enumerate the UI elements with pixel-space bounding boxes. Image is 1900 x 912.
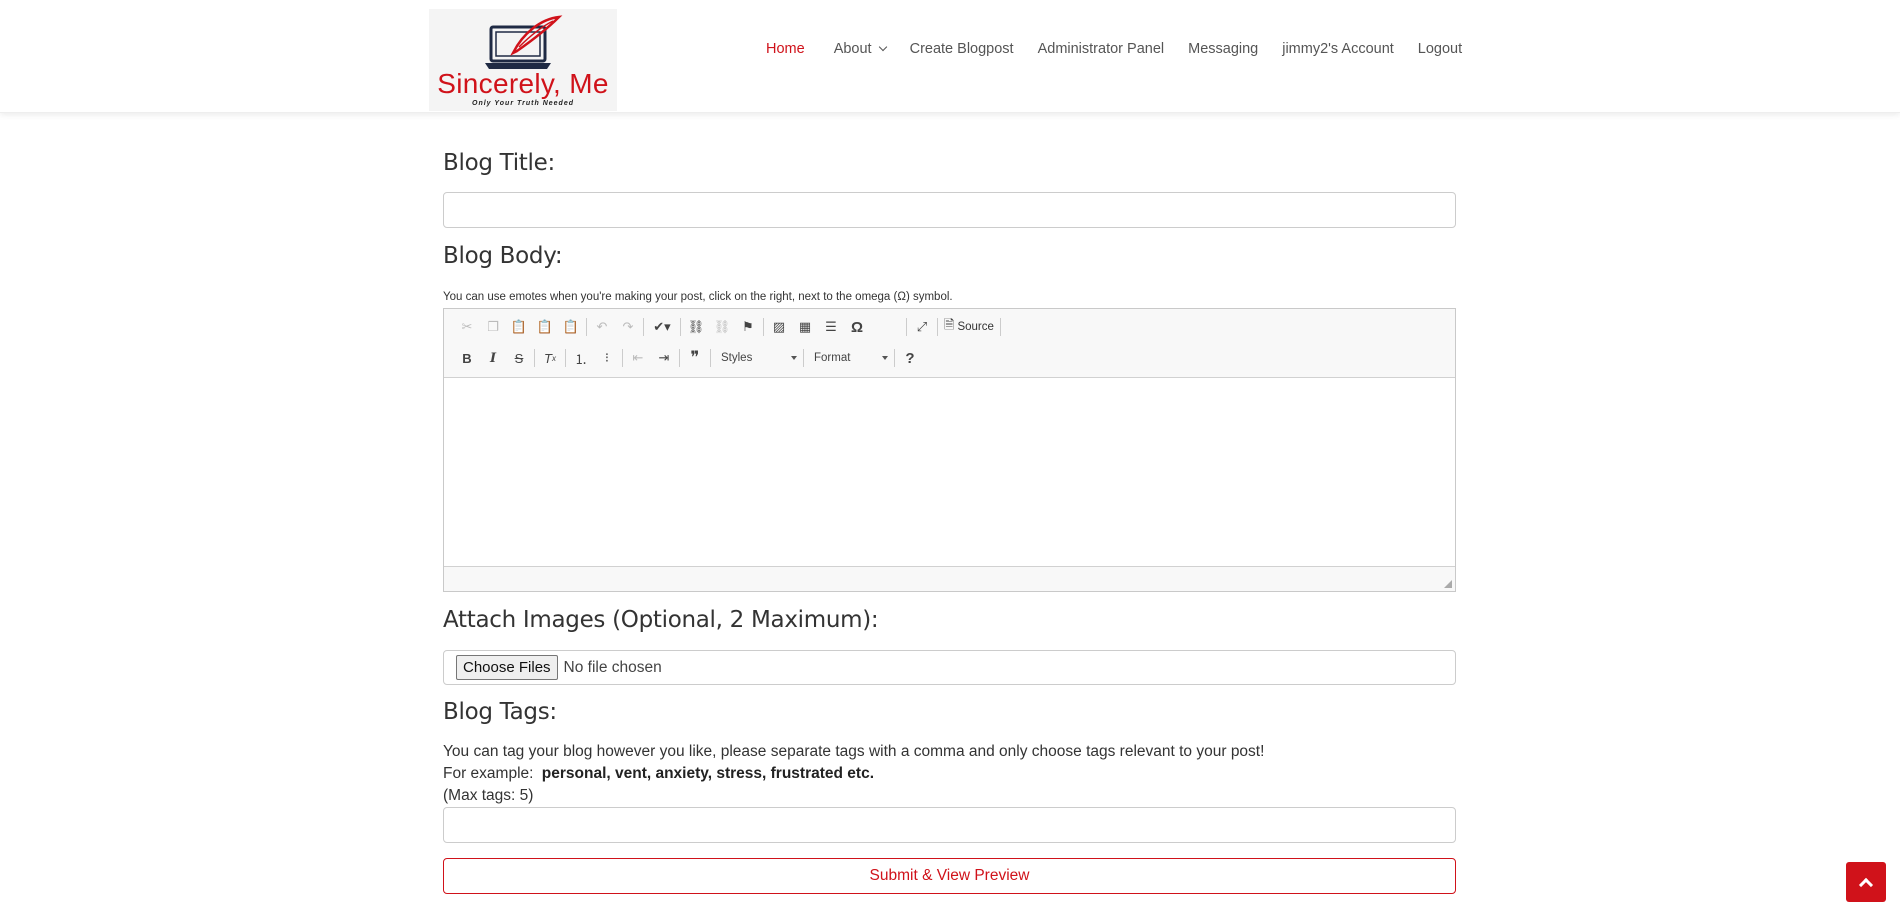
chevron-down-icon <box>878 42 887 52</box>
bold-icon[interactable]: B <box>454 346 480 370</box>
source-label: Source <box>957 321 994 333</box>
paste-word-icon[interactable]: 📋 <box>558 315 584 339</box>
toolbar-separator <box>565 349 566 367</box>
editor-content-area[interactable] <box>444 379 1455 566</box>
tags-help-text: You can tag your blog however you like, … <box>443 743 1265 760</box>
editor-toolbar: ✂ ❐ 📋 📋 📋 ↶ ↷ ✔▾ ⛓ ⛓ ⚑ ▨ ▦ ☰ Ω ⤢ 🗎 Sourc… <box>444 309 1455 378</box>
rich-text-editor: ✂ ❐ 📋 📋 📋 ↶ ↷ ✔▾ ⛓ ⛓ ⚑ ▨ ▦ ☰ Ω ⤢ 🗎 Sourc… <box>443 308 1456 592</box>
file-input: Choose Files No file chosen <box>443 650 1456 685</box>
dropdown-arrow-icon <box>882 356 888 360</box>
styles-label: Styles <box>721 352 753 364</box>
cut-icon[interactable]: ✂ <box>454 315 480 339</box>
toolbar-separator <box>622 349 623 367</box>
source-button[interactable]: 🗎 Source <box>940 315 998 339</box>
submit-preview-button[interactable]: Submit & View Preview <box>443 858 1456 894</box>
arrow-up-icon <box>1858 877 1874 893</box>
brand-name: Sincerely, Me <box>437 68 609 99</box>
nav-about-label: About <box>833 41 872 57</box>
spellcheck-icon[interactable]: ✔▾ <box>646 315 678 339</box>
unlink-icon[interactable]: ⛓ <box>709 315 735 339</box>
toolbar-separator <box>643 318 644 336</box>
image-icon[interactable]: ▨ <box>766 315 792 339</box>
toolbar-separator <box>763 318 764 336</box>
undo-icon[interactable]: ↶ <box>589 315 615 339</box>
tags-example: For example: personal, vent, anxiety, st… <box>443 763 874 785</box>
back-to-top-button[interactable] <box>1846 862 1886 902</box>
blog-title-input[interactable] <box>443 192 1456 228</box>
source-icon: 🗎 <box>944 317 955 332</box>
attach-images-heading: Attach Images (Optional, 2 Maximum): <box>443 607 879 633</box>
help-icon[interactable]: ? <box>897 346 923 370</box>
nav-create-blogpost[interactable]: Create Blogpost <box>910 41 1014 57</box>
nav-logout[interactable]: Logout <box>1418 41 1462 57</box>
blog-tags-heading: Blog Tags: <box>443 699 557 725</box>
editor-statusbar <box>444 566 1455 591</box>
brand-tagline: Only Your Truth Needed <box>472 100 574 107</box>
nav-account[interactable]: jimmy2's Account <box>1282 41 1394 57</box>
tags-max: (Max tags: 5) <box>443 787 534 804</box>
redo-icon[interactable]: ↷ <box>615 315 641 339</box>
format-dropdown[interactable]: Format <box>806 347 892 369</box>
maximize-icon[interactable]: ⤢ <box>909 315 935 339</box>
choose-files-button[interactable]: Choose Files <box>456 655 558 680</box>
table-icon[interactable]: ▦ <box>792 315 818 339</box>
toolbar-separator <box>680 318 681 336</box>
nav-about[interactable]: About <box>833 41 887 57</box>
site-logo[interactable]: Sincerely, Me Only Your Truth Needed <box>429 9 617 111</box>
toolbar-separator <box>586 318 587 336</box>
bulleted-list-icon[interactable]: ⁝ <box>594 346 620 370</box>
blog-body-heading: Blog Body: <box>443 243 563 269</box>
blog-body-note: You can use emotes when you're making yo… <box>443 291 953 303</box>
site-header: Sincerely, Me Only Your Truth Needed Hom… <box>0 0 1900 113</box>
outdent-icon[interactable]: ⇤ <box>625 346 651 370</box>
blog-tags-input[interactable] <box>443 807 1456 843</box>
format-label: Format <box>814 352 851 364</box>
main-nav: Home About Create Blogpost Administrator… <box>766 41 1462 57</box>
nav-home[interactable]: Home <box>766 41 805 57</box>
laptop-quill-icon <box>485 15 563 69</box>
toolbar-separator <box>534 349 535 367</box>
strike-icon[interactable]: S <box>506 346 532 370</box>
copy-icon[interactable]: ❐ <box>480 315 506 339</box>
anchor-icon[interactable]: ⚑ <box>735 315 761 339</box>
indent-icon[interactable]: ⇥ <box>651 346 677 370</box>
toolbar-separator <box>906 318 907 336</box>
dropdown-arrow-icon <box>791 356 797 360</box>
toolbar-row-2: B I S Tx ⒈ ⁝ ⇤ ⇥ ❞ Styles Format ? <box>454 346 923 370</box>
tags-example-values: personal, vent, anxiety, stress, frustra… <box>541 765 874 782</box>
toolbar-row-1: ✂ ❐ 📋 📋 📋 ↶ ↷ ✔▾ ⛓ ⛓ ⚑ ▨ ▦ ☰ Ω ⤢ 🗎 Sourc… <box>454 315 1003 339</box>
horizontal-line-icon[interactable]: ☰ <box>818 315 844 339</box>
remove-format-icon[interactable]: Tx <box>537 346 563 370</box>
italic-icon[interactable]: I <box>480 346 506 370</box>
toolbar-separator <box>894 349 895 367</box>
toolbar-separator <box>803 349 804 367</box>
tags-example-prefix: For example: <box>443 765 534 782</box>
blockquote-icon[interactable]: ❞ <box>682 346 708 370</box>
toolbar-separator <box>999 318 1001 336</box>
styles-dropdown[interactable]: Styles <box>713 347 801 369</box>
toolbar-separator <box>710 349 711 367</box>
special-char-icon[interactable]: Ω <box>844 315 870 339</box>
link-icon[interactable]: ⛓ <box>683 315 709 339</box>
toolbar-separator <box>937 318 938 336</box>
nav-messaging[interactable]: Messaging <box>1188 41 1258 57</box>
numbered-list-icon[interactable]: ⒈ <box>568 346 594 370</box>
paste-text-icon[interactable]: 📋 <box>532 315 558 339</box>
blog-title-heading: Blog Title: <box>443 150 555 176</box>
nav-administrator-panel[interactable]: Administrator Panel <box>1038 41 1165 57</box>
resize-handle-icon[interactable] <box>1444 580 1452 588</box>
paste-icon[interactable]: 📋 <box>506 315 532 339</box>
toolbar-separator <box>679 349 680 367</box>
no-file-chosen-label: No file chosen <box>563 658 662 676</box>
